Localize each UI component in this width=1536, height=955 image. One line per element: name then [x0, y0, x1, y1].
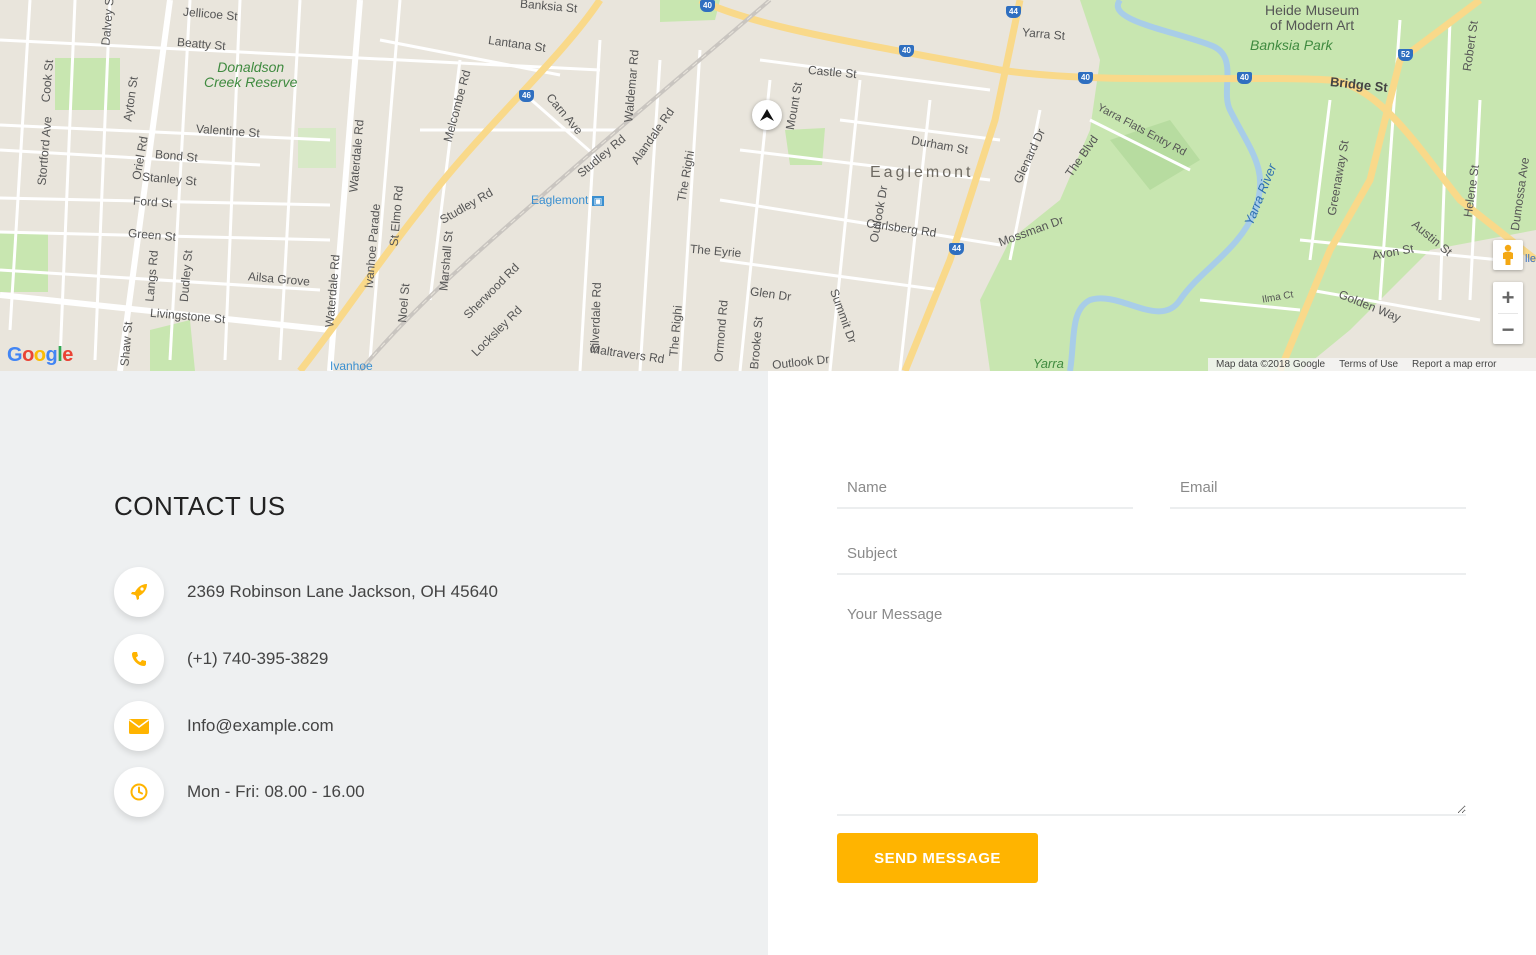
map-marker[interactable]: [752, 100, 782, 130]
route-shield: 40: [899, 45, 914, 57]
email-text[interactable]: Info@example.com: [187, 716, 334, 736]
terms-link[interactable]: Terms of Use: [1339, 359, 1398, 370]
route-shield: 44: [949, 243, 964, 255]
route-shield: 40: [1078, 72, 1093, 84]
map-street-label: Yarra St: [1021, 25, 1066, 43]
send-message-button[interactable]: SEND MESSAGE: [837, 833, 1038, 883]
email-input[interactable]: [1170, 467, 1466, 509]
clock-icon: [114, 767, 164, 817]
name-input[interactable]: [837, 467, 1133, 509]
contact-title: CONTACT US: [114, 491, 286, 521]
route-shield: 40: [1237, 72, 1252, 84]
map-edge-label: lle: [1525, 253, 1536, 265]
contact-item-email: Info@example.com: [114, 701, 334, 751]
zoom-out-button[interactable]: −: [1493, 314, 1523, 345]
map-label-banksia-park: Banksia Park: [1250, 37, 1333, 53]
map-label-station-ivanhoe: Ivanhoe: [330, 359, 373, 371]
hours-text: Mon - Fri: 08.00 - 16.00: [187, 782, 365, 801]
map-street-label: Cook St: [38, 59, 57, 103]
google-logo[interactable]: Google: [7, 344, 73, 367]
report-error-link[interactable]: Report a map error: [1412, 359, 1496, 370]
contact-form: SEND MESSAGE: [768, 371, 1536, 955]
street-view-pegman[interactable]: [1493, 240, 1523, 270]
route-shield: 40: [700, 0, 715, 12]
route-shield: 52: [1398, 49, 1413, 61]
route-shield: 44: [1006, 6, 1021, 18]
route-shield: 46: [519, 90, 534, 102]
map-attribution-bar: Map data ©2018 Google Terms of Use Repor…: [1208, 358, 1536, 371]
rocket-icon: [114, 567, 164, 617]
map-label-station-eaglemont: Eaglemont ▣: [531, 193, 605, 207]
map-street-label: Shaw St: [117, 321, 136, 367]
contact-item-address: 2369 Robinson Lane Jackson, OH 45640: [114, 567, 498, 617]
contact-info-panel: CONTACT US 2369 Robinson Lane Jackson, O…: [0, 371, 768, 955]
map-canvas[interactable]: [0, 0, 1536, 371]
pegman-icon: [1503, 244, 1513, 265]
address-text: 2369 Robinson Lane Jackson, OH 45640: [187, 582, 498, 601]
contact-item-hours: Mon - Fri: 08.00 - 16.00: [114, 767, 365, 817]
phone-icon: [114, 634, 164, 684]
zoom-controls: + −: [1493, 282, 1523, 344]
map-label-yarra: Yarra: [1033, 356, 1064, 371]
phone-text: (+1) 740-395-3829: [187, 649, 329, 668]
map-street-label: Bond St: [154, 147, 199, 165]
map-label-donaldson: Donaldson Creek Reserve: [204, 59, 298, 90]
map[interactable]: Donaldson Creek Reserve Eaglemont Banksi…: [0, 0, 1536, 371]
marker-arrow-icon: [760, 109, 774, 121]
contact-item-phone: (+1) 740-395-3829: [114, 634, 328, 684]
map-street-label: Ford St: [132, 193, 173, 211]
message-textarea[interactable]: [837, 598, 1466, 816]
map-data-text: Map data ©2018 Google: [1216, 359, 1326, 370]
subject-input[interactable]: [837, 533, 1466, 575]
map-street-label: Noel St: [394, 282, 413, 324]
map-label-eaglemont: Eaglemont: [870, 164, 974, 181]
zoom-in-button[interactable]: +: [1493, 282, 1523, 313]
envelope-icon: [114, 701, 164, 751]
map-label-heide: Heide Museum of Modern Art: [1265, 2, 1360, 33]
